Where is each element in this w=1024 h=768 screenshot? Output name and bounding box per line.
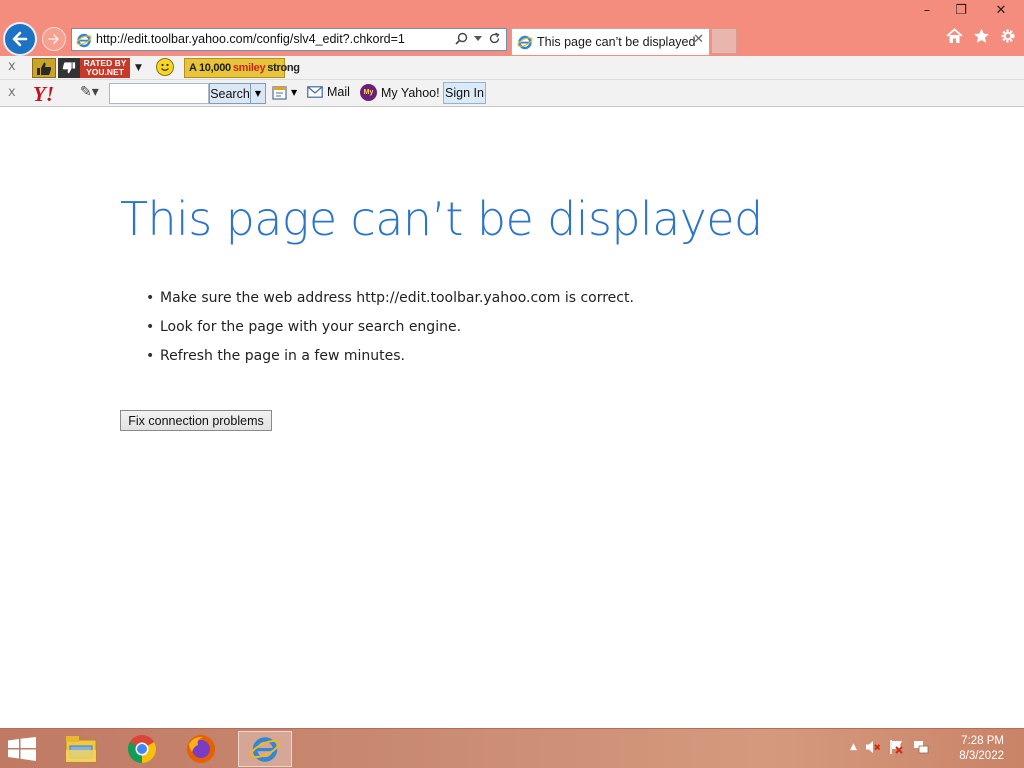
error-suggestions-list: Make sure the web address http://edit.to… <box>146 290 634 377</box>
taskbar-firefox[interactable] <box>174 731 228 767</box>
ie-icon <box>250 737 280 762</box>
calendar-dropdown-icon[interactable]: ▼ <box>291 88 297 97</box>
banner-prefix: A 10,000 <box>189 62 231 74</box>
window-controls: – ❐ ✕ <box>910 0 1024 20</box>
tab-title: This page can’t be displayed <box>537 35 696 49</box>
tab-close-button[interactable]: ✕ <box>693 32 704 47</box>
suggestion-item: Make sure the web address http://edit.to… <box>146 290 634 319</box>
speaker-muted-icon[interactable] <box>865 739 881 755</box>
error-heading: This page can’t be displayed <box>120 192 763 246</box>
mail-icon <box>307 86 323 98</box>
dropdown-arrow-icon[interactable] <box>474 35 482 42</box>
toolbar-close-button[interactable]: x <box>8 59 16 74</box>
yahoo-search-button[interactable]: Search <box>209 83 251 104</box>
file-explorer-icon <box>65 736 97 763</box>
taskbar: ▲ 7:28 PM 8/3/2022 <box>0 728 1024 768</box>
minimize-button[interactable]: – <box>910 0 944 20</box>
thumbs-down-icon <box>62 62 76 74</box>
ie-icon <box>517 35 533 50</box>
yahoo-search-input[interactable] <box>109 83 209 104</box>
firefox-icon <box>187 735 215 763</box>
tray-overflow-icon[interactable]: ▲ <box>850 742 857 752</box>
thumbs-up-icon <box>37 62 52 75</box>
ratedbyyou-toolbar: x RATED BY YOU.NET ▼ A 10,000 smiley str… <box>0 56 1024 80</box>
search-dropdown-icon[interactable]: ▼ <box>251 83 266 104</box>
search-icon[interactable] <box>455 32 468 45</box>
mail-label[interactable]: Mail <box>327 85 350 99</box>
forward-arrow-icon <box>48 34 59 44</box>
rated-dropdown-arrow-icon[interactable]: ▼ <box>135 63 142 73</box>
smiley-banner[interactable]: A 10,000 smiley strong <box>184 58 300 78</box>
toolbar-close-button[interactable]: x <box>8 85 16 100</box>
thumbs-down-button[interactable] <box>58 58 80 78</box>
start-button[interactable] <box>8 737 36 765</box>
banner-highlight: smiley <box>232 62 266 74</box>
address-text[interactable]: http://edit.toolbar.yahoo.com/config/slv… <box>96 32 405 46</box>
browser-title-bar: http://edit.toolbar.yahoo.com/config/slv… <box>0 0 1024 56</box>
clock-date: 8/3/2022 <box>959 750 1004 762</box>
restore-button[interactable]: ❐ <box>944 0 978 20</box>
back-button[interactable] <box>3 22 37 56</box>
mail-link[interactable]: Mail <box>307 85 350 99</box>
refresh-icon[interactable] <box>488 32 501 45</box>
new-tab-button[interactable] <box>711 28 737 54</box>
chrome-icon <box>128 735 156 763</box>
banner-suffix: strong <box>267 62 300 74</box>
tab-active[interactable]: This page can’t be displayed ✕ <box>511 28 710 55</box>
smiley-icon <box>161 63 169 71</box>
taskbar-internet-explorer[interactable] <box>238 731 292 767</box>
suggestion-item: Refresh the page in a few minutes. <box>146 348 634 377</box>
my-yahoo-label[interactable]: My Yahoo! <box>381 86 440 100</box>
system-tray: ▲ <box>850 739 929 755</box>
windows-logo-icon <box>8 737 36 761</box>
rated-by-you-text: RATED BY YOU.NET <box>80 58 130 78</box>
home-icon[interactable] <box>946 28 963 44</box>
pen-icon[interactable]: ✎▾ <box>80 84 99 100</box>
star-icon[interactable] <box>973 28 990 44</box>
address-bar[interactable]: http://edit.toolbar.yahoo.com/config/slv… <box>71 28 507 51</box>
forward-button[interactable] <box>42 27 66 51</box>
suggestion-item: Look for the page with your search engin… <box>146 319 634 348</box>
taskbar-chrome[interactable] <box>115 731 169 767</box>
clock-time: 7:28 PM <box>961 735 1004 747</box>
ie-icon <box>76 33 92 48</box>
yahoo-toolbar: x Y! ✎▾ Search ▼ ▼ Mail My My Yahoo! Sig… <box>0 80 1024 107</box>
back-arrow-icon <box>12 31 28 47</box>
smiley-button[interactable] <box>156 58 174 76</box>
close-window-button[interactable]: ✕ <box>978 0 1024 20</box>
yahoo-logo[interactable]: Y! <box>33 82 54 107</box>
taskbar-clock[interactable]: 7:28 PM 8/3/2022 <box>959 734 1004 764</box>
rated-by-you-badge[interactable]: RATED BY YOU.NET <box>58 58 130 78</box>
flag-icon[interactable] <box>889 739 905 755</box>
fix-connection-problems-button[interactable]: Fix connection problems <box>120 410 272 431</box>
my-yahoo-icon: My <box>360 84 377 101</box>
browser-icons <box>946 28 1016 44</box>
rated-text-line-2: YOU.NET <box>86 67 124 77</box>
thumbs-up-button[interactable] <box>32 58 56 78</box>
taskbar-file-explorer[interactable] <box>54 731 108 767</box>
gear-icon[interactable] <box>1000 28 1016 44</box>
calendar-icon <box>272 86 287 100</box>
sign-in-button[interactable]: Sign In <box>443 82 486 104</box>
calendar-button[interactable]: ▼ <box>272 85 297 100</box>
network-icon[interactable] <box>913 739 929 755</box>
my-yahoo-link[interactable]: My My Yahoo! <box>360 84 440 101</box>
address-tools <box>455 32 501 45</box>
